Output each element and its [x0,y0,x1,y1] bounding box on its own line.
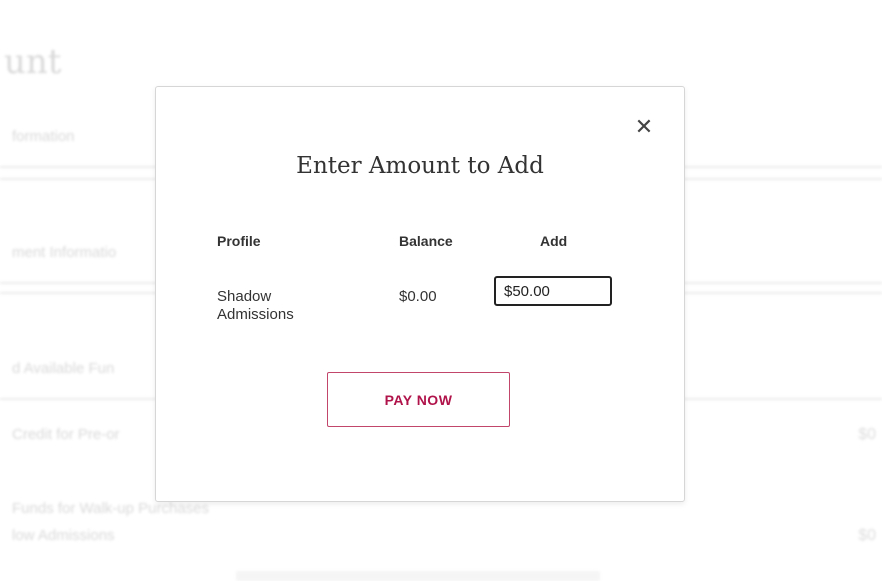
page-title: unt [4,42,62,82]
pay-now-button[interactable]: PAY NOW [327,372,510,427]
row-credit-preorder: Credit for Pre-or [12,426,120,443]
amount-credit-preorder: $0 [858,426,876,443]
close-icon[interactable]: ✕ [633,117,655,139]
column-header-balance: Balance [399,233,453,249]
background-button [236,571,600,581]
column-header-add: Add [540,233,568,249]
section-available-funds: d Available Fun [12,360,115,377]
profile-name: Shadow Admissions [217,288,294,323]
column-header-profile: Profile [217,233,261,249]
balance-value: $0.00 [399,288,437,305]
row-walkup-funds: Funds for Walk-up Purchases [12,500,210,517]
add-amount-modal: ✕ Enter Amount to Add Profile Balance Ad… [155,86,685,502]
amount-walkup: $0 [858,527,876,544]
row-shadow-admissions: low Admissions [12,527,115,544]
section-payment-information: ment Informatio [12,244,117,261]
add-amount-input[interactable] [494,276,612,306]
modal-title: Enter Amount to Add [296,153,544,179]
section-account-information: formation [12,128,75,145]
